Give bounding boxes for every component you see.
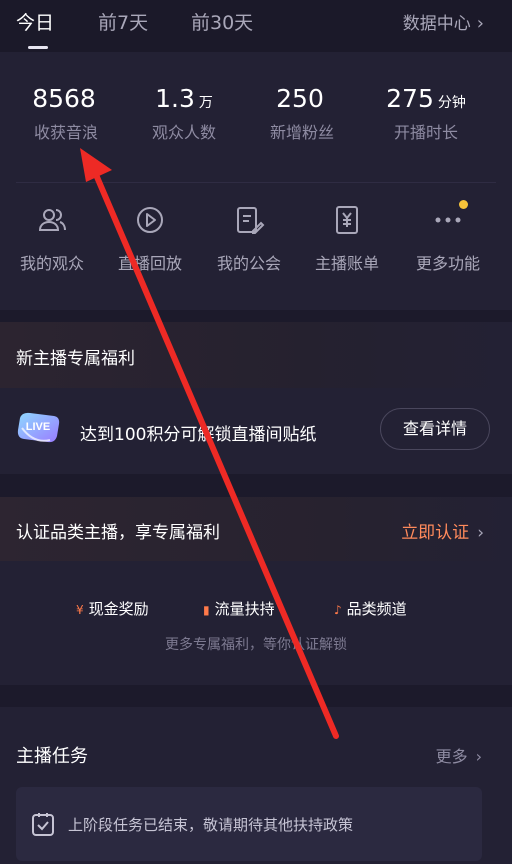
benefit-header: 新主播专属福利: [0, 322, 512, 388]
stat-value: 275 分钟: [386, 84, 466, 113]
chevron-right-icon: ›: [476, 13, 484, 34]
period-tabs: 今日 前7天 前30天 数据中心 ›: [0, 0, 512, 52]
guild-icon: [233, 204, 265, 236]
cert-subtitle: 更多专属福利，等你认证解锁: [165, 637, 347, 653]
bar-chart-icon: ▮: [203, 603, 210, 617]
data-center-link[interactable]: 数据中心 ›: [403, 9, 484, 34]
stat-label: 开播时长: [393, 123, 458, 142]
view-details-button[interactable]: 查看详情: [380, 408, 490, 450]
chevron-right-icon: ›: [475, 747, 482, 766]
menu-live-replay[interactable]: 直播回放: [100, 204, 200, 274]
stat-value: 1.3 万: [155, 84, 213, 113]
cert-header: 认证品类主播，享专属福利 立即认证 ›: [0, 497, 512, 561]
stat-label: 收获音浪: [33, 123, 98, 142]
stat-label: 观众人数: [151, 123, 216, 142]
stat-label: 新增粉丝: [269, 123, 334, 142]
task-notice-text: 上阶段任务已结束，敬请期待其他扶持政策: [68, 816, 354, 834]
stat-viewers[interactable]: 1.3 万 观众人数: [120, 84, 248, 143]
perk-category-channel: ♪ 品类频道: [334, 600, 407, 618]
tab-today[interactable]: 今日: [16, 8, 54, 35]
perk-cash-reward: ¥ 现金奖励: [76, 600, 149, 618]
menu-my-guild[interactable]: 我的公会: [199, 204, 299, 274]
task-notice: 上阶段任务已结束，敬请期待其他扶持政策: [16, 787, 482, 861]
certification-card: 认证品类主播，享专属福利 立即认证 › ¥ 现金奖励 ▮ 流量扶持 ♪ 品类频道 更多专…: [0, 497, 512, 685]
tasks-title: 主播任务: [16, 746, 88, 767]
stat-live-duration[interactable]: 275 分钟 开播时长: [362, 84, 490, 143]
menu-streamer-bill[interactable]: 主播账单: [297, 204, 397, 274]
music-note-icon: ♪: [334, 603, 342, 617]
checklist-icon: [30, 811, 56, 837]
stat-value: 8568: [32, 84, 96, 113]
cert-title: 认证品类主播，享专属福利: [16, 523, 220, 543]
tab-7-days[interactable]: 前7天: [98, 8, 148, 35]
more-icon: [432, 200, 468, 236]
certify-now-link[interactable]: 立即认证 ›: [401, 518, 484, 543]
menu-my-audience[interactable]: 我的观众: [2, 204, 102, 274]
menu-more-features[interactable]: 更多功能: [398, 200, 498, 274]
live-badge-icon: LIVE: [14, 408, 62, 450]
stat-value: 250: [276, 84, 324, 113]
tasks-more-link[interactable]: 更多 ›: [436, 743, 482, 767]
audience-icon: [36, 204, 68, 236]
benefit-description: 达到100积分可解锁直播间贴纸: [80, 425, 317, 445]
svg-text:LIVE: LIVE: [26, 421, 50, 433]
yuan-icon: ¥: [76, 603, 84, 617]
stats-card: 8568 收获音浪 1.3 万 观众人数 250 新增粉丝 275 分钟 开播时长 …: [0, 52, 512, 310]
chevron-right-icon: ›: [477, 523, 484, 543]
streamer-tasks-card: 主播任务 更多 › 上阶段任务已结束，敬请期待其他扶持政策: [0, 707, 512, 864]
notification-dot: [459, 200, 468, 209]
perk-traffic-support: ▮ 流量扶持: [203, 600, 275, 618]
benefit-title: 新主播专属福利: [16, 349, 135, 369]
data-center-label: 数据中心: [402, 14, 471, 34]
replay-icon: [134, 204, 166, 236]
new-streamer-benefit-card: 新主播专属福利 LIVE 达到100积分可解锁直播间贴纸 查看详情: [0, 322, 512, 474]
active-tab-indicator: [28, 46, 48, 49]
divider: [16, 182, 496, 183]
stat-income[interactable]: 8568 收获音浪: [2, 84, 130, 143]
tab-30-days[interactable]: 前30天: [191, 8, 253, 35]
bill-icon: [331, 204, 363, 236]
stat-new-fans[interactable]: 250 新增粉丝: [238, 84, 366, 143]
